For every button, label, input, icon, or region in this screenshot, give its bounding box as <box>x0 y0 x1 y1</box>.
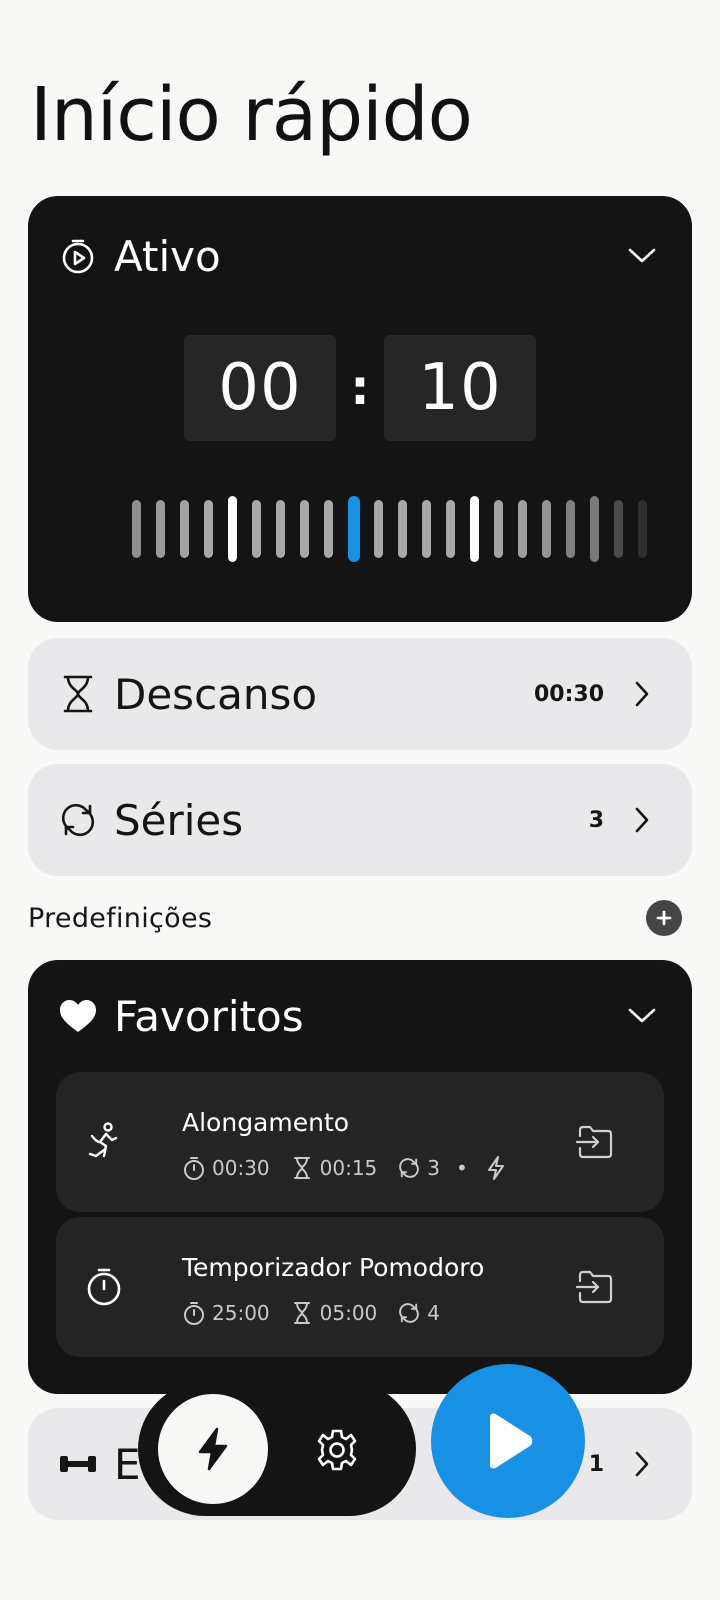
stopwatch-icon <box>84 1267 124 1307</box>
presets-section-label: Predefinições <box>28 902 213 934</box>
gear-icon <box>317 1429 357 1471</box>
favorites-card: Favoritos Alongamento 00:30 00:15 3 • Te… <box>28 960 692 1394</box>
page-title: Início rápido <box>30 72 473 158</box>
preset-work-time: 00:30 <box>212 1156 270 1180</box>
dumbbell-icon <box>58 1444 98 1484</box>
chevron-down-icon[interactable] <box>622 236 662 276</box>
chevron-right-icon <box>622 674 662 714</box>
rest-label: Descanso <box>114 669 318 719</box>
preset-name: Temporizador Pomodoro <box>182 1253 485 1282</box>
separator-dot: • <box>456 1156 468 1180</box>
time-separator: : <box>350 360 370 416</box>
chevron-right-icon <box>622 800 662 840</box>
stopwatch-icon <box>182 1156 206 1180</box>
hourglass-icon <box>290 1301 314 1325</box>
exercises-value: 1 <box>588 1451 604 1477</box>
chevron-right-icon <box>622 1444 662 1484</box>
lightning-icon <box>484 1156 508 1180</box>
minutes-field[interactable]: 00 <box>184 335 336 441</box>
time-ruler-slider[interactable] <box>132 494 662 564</box>
hourglass-icon <box>58 674 98 714</box>
lightning-icon <box>198 1427 228 1471</box>
rest-value: 00:30 <box>533 681 604 707</box>
heart-icon <box>58 996 98 1036</box>
stretch-figure-icon <box>84 1122 124 1162</box>
plus-icon <box>656 910 672 926</box>
hourglass-icon <box>290 1156 314 1180</box>
play-icon <box>490 1413 533 1469</box>
preset-name: Alongamento <box>182 1108 350 1137</box>
preset-sets: 4 <box>427 1301 441 1325</box>
repeat-icon <box>397 1156 421 1180</box>
active-label: Ativo <box>114 231 221 281</box>
quick-start-button[interactable] <box>158 1394 268 1504</box>
sets-label: Séries <box>114 795 244 845</box>
seconds-field[interactable]: 10 <box>384 335 536 441</box>
repeat-icon <box>397 1301 421 1325</box>
preset-item[interactable]: Temporizador Pomodoro 25:00 05:00 4 <box>56 1217 664 1357</box>
bottom-dock <box>138 1382 416 1516</box>
sets-card[interactable]: Séries 3 <box>28 764 692 876</box>
chevron-down-icon[interactable] <box>622 996 662 1036</box>
favorites-label: Favoritos <box>114 991 304 1041</box>
settings-button[interactable] <box>314 1427 360 1473</box>
preset-work-time: 25:00 <box>212 1301 270 1325</box>
add-preset-button[interactable] <box>646 900 682 936</box>
stopwatch-play-icon <box>58 236 98 276</box>
preset-rest-time: 00:15 <box>319 1156 378 1180</box>
preset-rest-time: 05:00 <box>319 1301 378 1325</box>
load-preset-icon[interactable] <box>572 1265 616 1309</box>
load-preset-icon[interactable] <box>572 1120 616 1164</box>
active-timer-card[interactable]: Ativo 00 : 10 <box>28 196 692 622</box>
stopwatch-icon <box>182 1301 206 1325</box>
exercises-label: E <box>114 1439 141 1489</box>
repeat-icon <box>58 800 98 840</box>
preset-sets: 3 <box>427 1156 441 1180</box>
sets-value: 3 <box>588 807 604 833</box>
rest-card[interactable]: Descanso 00:30 <box>28 638 692 750</box>
preset-item[interactable]: Alongamento 00:30 00:15 3 • <box>56 1072 664 1212</box>
play-button[interactable] <box>431 1364 585 1518</box>
